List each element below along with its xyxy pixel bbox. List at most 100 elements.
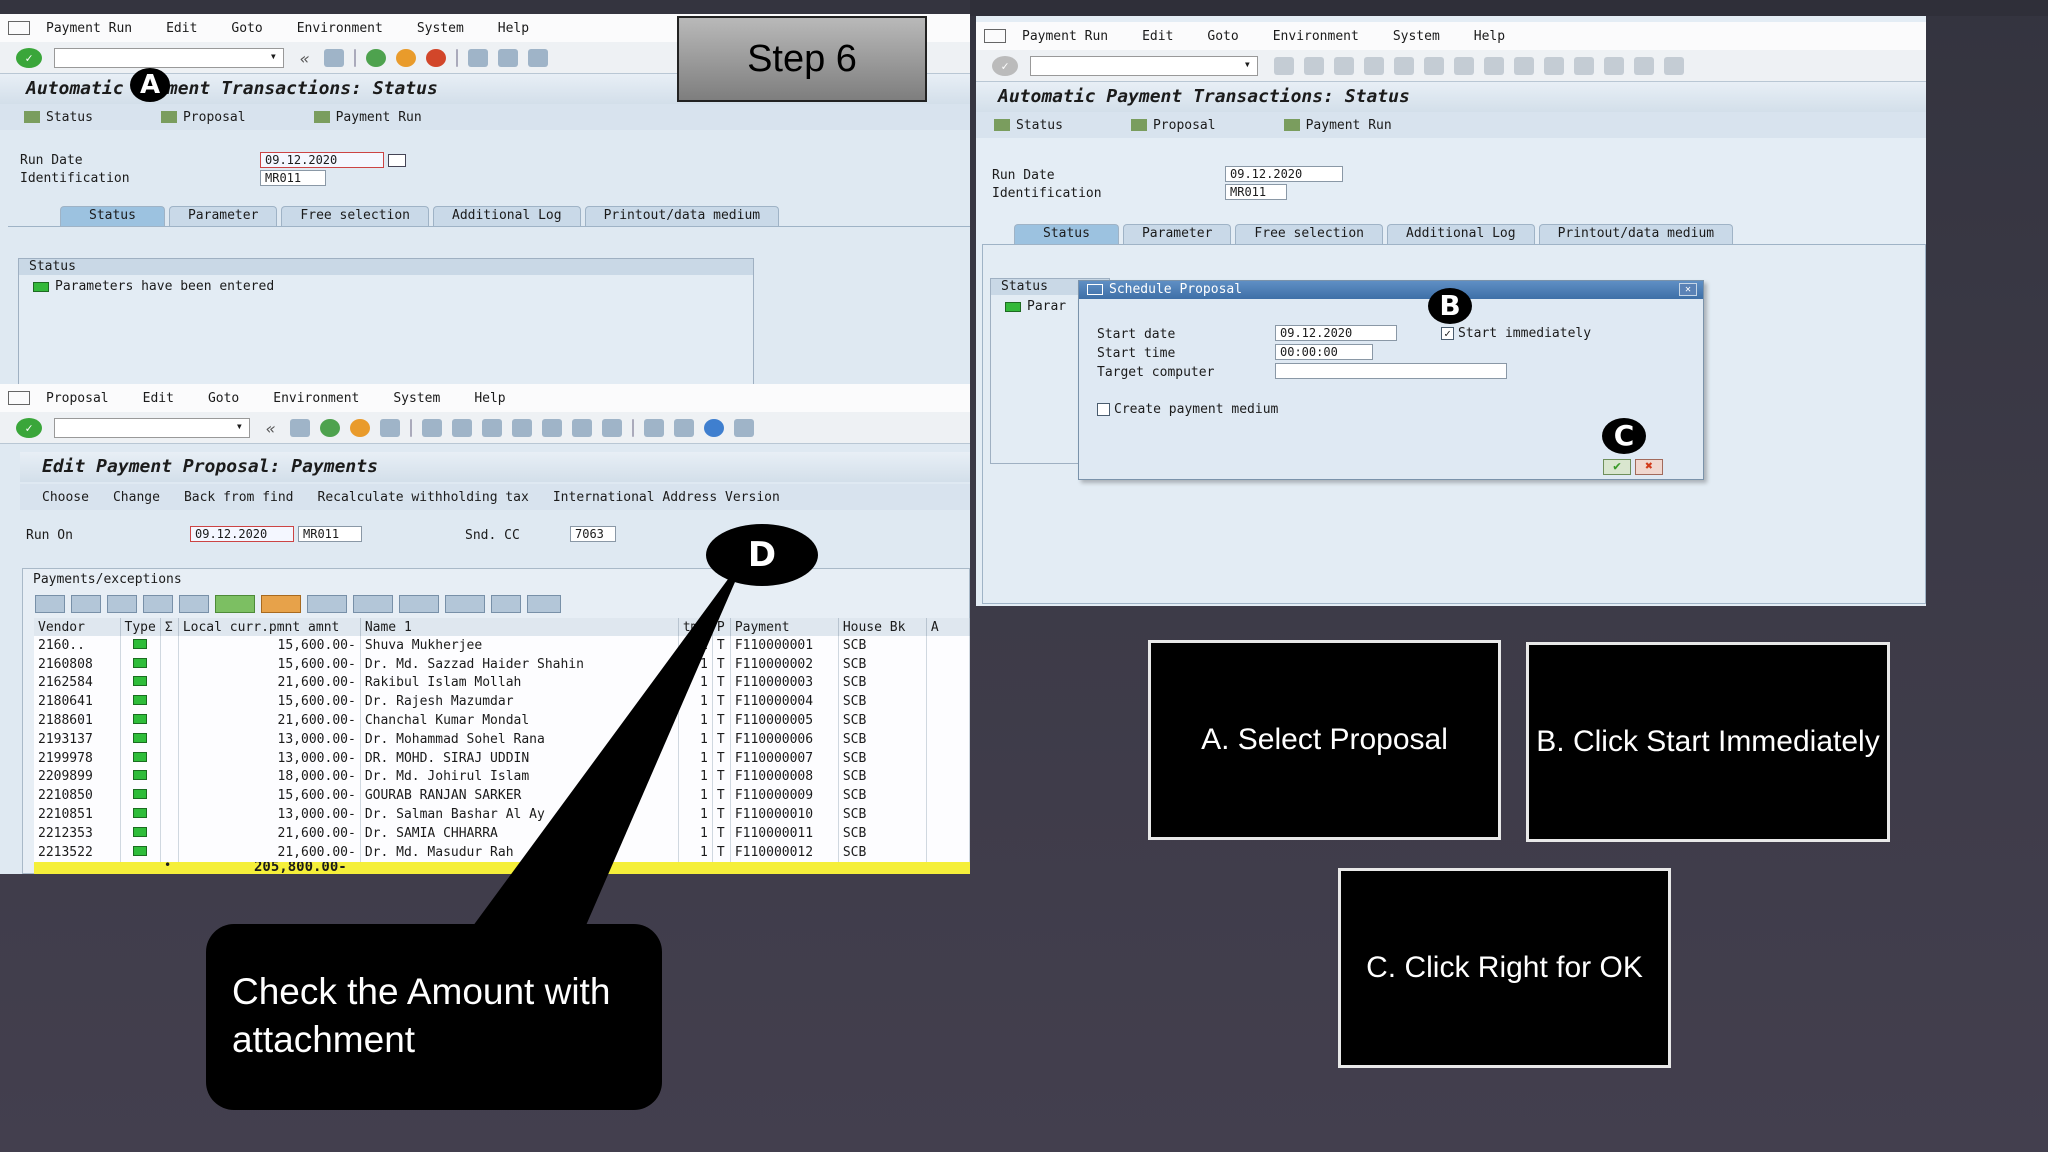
filter-icon[interactable] bbox=[107, 595, 137, 613]
start-date-field[interactable]: 09.12.2020 bbox=[1275, 325, 1397, 341]
back-icon[interactable] bbox=[320, 418, 340, 437]
back-nav-icon[interactable]: « bbox=[266, 419, 280, 438]
choose-button[interactable]: Choose bbox=[42, 490, 89, 505]
back-icon[interactable] bbox=[366, 48, 386, 67]
table-row[interactable]: 2199978 13,000.00- DR. MOHD. SIRAJ UDDIN 1 T… bbox=[34, 748, 970, 768]
change-button[interactable]: Change bbox=[113, 490, 160, 505]
tab-status[interactable]: Status bbox=[1014, 224, 1119, 244]
enter-icon[interactable]: ✓ bbox=[16, 417, 42, 438]
col-a[interactable]: A bbox=[926, 618, 970, 636]
export-icon[interactable] bbox=[353, 595, 393, 613]
start-immediately-checkbox[interactable]: ✓ Start immediately bbox=[1441, 326, 1591, 341]
details-icon[interactable] bbox=[35, 595, 65, 613]
last-page-icon[interactable] bbox=[602, 418, 622, 437]
table-row[interactable]: 2210851 13,000.00- Dr. Salman Bashar Al Ay… bbox=[34, 805, 970, 824]
menu-system[interactable]: System bbox=[393, 391, 440, 406]
run-on-date-field[interactable]: 09.12.2020 bbox=[190, 526, 294, 542]
status-button[interactable]: Status bbox=[994, 118, 1097, 133]
menu-icon[interactable] bbox=[8, 21, 30, 35]
help-icon[interactable] bbox=[1664, 56, 1684, 75]
menu-environment[interactable]: Environment bbox=[1273, 29, 1359, 44]
prev-page-icon[interactable] bbox=[1514, 56, 1534, 75]
proposal-button[interactable]: Proposal bbox=[1130, 118, 1250, 133]
save-icon[interactable] bbox=[290, 418, 310, 437]
menu-edit[interactable]: Edit bbox=[166, 21, 197, 36]
menu-icon[interactable] bbox=[984, 29, 1006, 43]
col-sum[interactable]: Σ bbox=[160, 618, 179, 636]
menu-payment-run[interactable]: Payment Run bbox=[1022, 29, 1108, 44]
command-field[interactable] bbox=[54, 417, 250, 438]
col-name[interactable]: Name 1 bbox=[360, 618, 679, 636]
target-computer-field[interactable] bbox=[1275, 363, 1507, 379]
col-house-bank[interactable]: House Bk bbox=[838, 618, 927, 636]
cancel-icon[interactable] bbox=[1364, 56, 1384, 75]
col-p[interactable]: P bbox=[712, 618, 731, 636]
last-page-icon[interactable] bbox=[1574, 56, 1594, 75]
customize-icon[interactable] bbox=[734, 418, 754, 437]
find-next-icon[interactable] bbox=[528, 48, 548, 67]
prev-page-icon[interactable] bbox=[542, 418, 562, 437]
menu-goto[interactable]: Goto bbox=[208, 391, 239, 406]
find-icon[interactable] bbox=[452, 418, 472, 437]
exit-icon[interactable] bbox=[1334, 56, 1354, 75]
first-page-icon[interactable] bbox=[512, 418, 532, 437]
menu-system[interactable]: System bbox=[417, 21, 464, 36]
menu-help[interactable]: Help bbox=[474, 391, 505, 406]
ok-button[interactable]: ✔ bbox=[1603, 459, 1631, 475]
status-button[interactable]: Status bbox=[24, 110, 127, 125]
new-session-icon[interactable] bbox=[644, 418, 664, 437]
cancel-icon[interactable] bbox=[380, 418, 400, 437]
new-session-icon[interactable] bbox=[1604, 56, 1624, 75]
menu-help[interactable]: Help bbox=[1474, 29, 1505, 44]
proposal-button[interactable]: Proposal bbox=[160, 110, 280, 125]
menu-goto[interactable]: Goto bbox=[1207, 29, 1238, 44]
payment-run-button[interactable]: Payment Run bbox=[1283, 118, 1426, 133]
print-icon[interactable] bbox=[1394, 56, 1414, 75]
save-icon[interactable] bbox=[1274, 56, 1294, 75]
menu-help[interactable]: Help bbox=[498, 21, 529, 36]
table-row[interactable]: 2160.. 15,600.00- Shuva Mukherjee 1 T F110000… bbox=[34, 636, 970, 655]
start-time-field[interactable]: 00:00:00 bbox=[1275, 344, 1373, 360]
find-next-icon[interactable] bbox=[179, 595, 209, 613]
tab-additional-log[interactable]: Additional Log bbox=[433, 206, 581, 226]
tab-status[interactable]: Status bbox=[60, 206, 165, 226]
find-icon[interactable] bbox=[143, 595, 173, 613]
table-row[interactable]: 2193137 13,000.00- Dr. Mohammad Sohel Rana… bbox=[34, 729, 970, 749]
graphic-icon[interactable] bbox=[527, 595, 561, 613]
table-row[interactable]: 2213522 21,600.00- Dr. Md. Masudur Rah 1 T F1… bbox=[34, 842, 970, 862]
find-icon[interactable] bbox=[498, 48, 518, 67]
print-preview-icon[interactable] bbox=[307, 595, 347, 613]
cancel-button[interactable]: ✖ bbox=[1635, 459, 1663, 475]
next-page-icon[interactable] bbox=[1544, 56, 1564, 75]
col-tms[interactable]: tms bbox=[678, 618, 713, 636]
payment-run-button[interactable]: Payment Run bbox=[313, 110, 456, 125]
menu-edit[interactable]: Edit bbox=[143, 391, 174, 406]
menu-goto[interactable]: Goto bbox=[231, 21, 262, 36]
sndcc-field[interactable]: 7063 bbox=[570, 526, 616, 542]
enter-icon[interactable]: ✓ bbox=[16, 47, 42, 68]
table-row[interactable]: 2180641 15,600.00- Dr. Rajesh Mazumdar 1 T F1… bbox=[34, 692, 970, 712]
find-next-icon[interactable] bbox=[482, 418, 502, 437]
cancel-icon[interactable] bbox=[426, 48, 446, 67]
recalculate-tax-button[interactable]: Recalculate withholding tax bbox=[318, 490, 529, 505]
tab-free-selection[interactable]: Free selection bbox=[281, 206, 429, 226]
save-icon[interactable] bbox=[324, 48, 344, 67]
find-next-icon[interactable] bbox=[1454, 56, 1474, 75]
enter-icon[interactable]: ✓ bbox=[992, 55, 1018, 76]
identification-field[interactable]: MR011 bbox=[1225, 184, 1287, 200]
tab-parameter[interactable]: Parameter bbox=[1122, 224, 1232, 244]
tab-printout[interactable]: Printout/data medium bbox=[1538, 224, 1734, 244]
find-icon[interactable] bbox=[1424, 56, 1444, 75]
tab-printout[interactable]: Printout/data medium bbox=[584, 206, 780, 226]
intl-address-button[interactable]: International Address Version bbox=[553, 490, 780, 505]
sum-icon[interactable] bbox=[215, 595, 255, 613]
subtotal-icon[interactable] bbox=[261, 595, 301, 613]
print-icon[interactable] bbox=[468, 48, 488, 67]
table-row[interactable]: 2188601 21,600.00- Chanchal Kumar Mondal 1 T… bbox=[34, 711, 970, 730]
layout-icon[interactable] bbox=[399, 595, 439, 613]
exit-icon[interactable] bbox=[396, 48, 416, 67]
col-vendor[interactable]: Vendor bbox=[34, 618, 121, 636]
tab-free-selection[interactable]: Free selection bbox=[1235, 224, 1383, 244]
close-icon[interactable]: ✕ bbox=[1679, 283, 1697, 296]
next-page-icon[interactable] bbox=[572, 418, 592, 437]
